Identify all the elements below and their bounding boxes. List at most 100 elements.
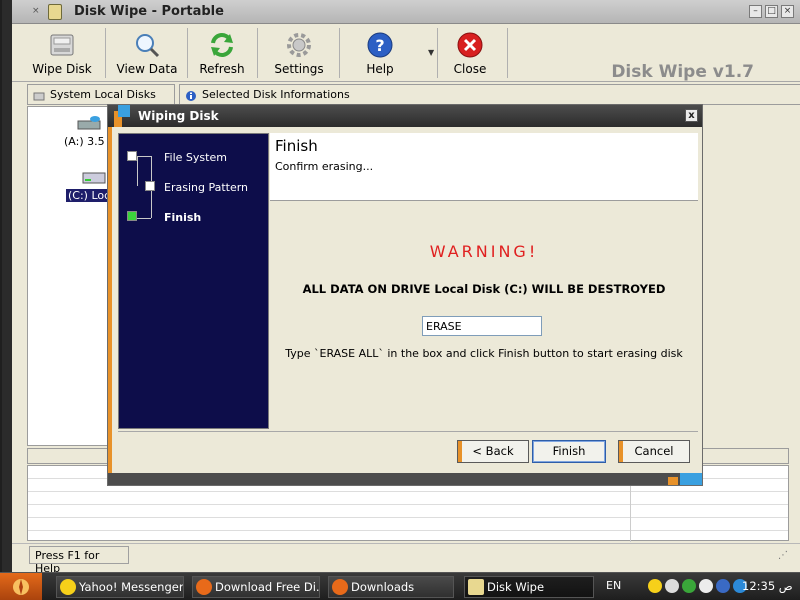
list-row bbox=[28, 518, 788, 531]
step-marker bbox=[127, 151, 137, 161]
toolbar-divider bbox=[437, 28, 438, 78]
refresh-icon bbox=[207, 30, 237, 60]
tab-system-local-disks[interactable]: System Local Disks bbox=[27, 84, 175, 105]
speaker-icon[interactable] bbox=[665, 579, 679, 593]
close-button[interactable]: Close bbox=[442, 26, 498, 80]
toolbar-divider bbox=[339, 28, 340, 78]
warning-text: WARNING! bbox=[429, 242, 539, 261]
background-edge bbox=[2, 0, 12, 572]
toolbar-divider bbox=[187, 28, 188, 78]
title-bar: × Disk Wipe - Portable – □ × bbox=[12, 0, 800, 24]
close-icon[interactable]: × bbox=[32, 6, 42, 16]
app-icon bbox=[48, 4, 62, 20]
tab-label: Selected Disk Informations bbox=[202, 88, 350, 101]
wipe-disk-label: Wipe Disk bbox=[32, 62, 92, 76]
firefox-icon bbox=[332, 579, 348, 595]
drive-icon bbox=[33, 89, 45, 101]
wizard-page-title: Finish bbox=[275, 137, 318, 155]
step-connector bbox=[137, 218, 151, 219]
close-label: Close bbox=[453, 62, 487, 76]
language-indicator[interactable]: EN bbox=[606, 579, 621, 592]
cancel-label: Cancel bbox=[634, 444, 674, 458]
step-erasing-pattern: Erasing Pattern bbox=[164, 181, 249, 194]
task-yahoo-messenger[interactable]: Yahoo! Messenger bbox=[56, 576, 184, 598]
facebook-icon[interactable] bbox=[716, 579, 730, 593]
help-button[interactable]: ? Help bbox=[352, 26, 408, 80]
step-marker bbox=[145, 181, 155, 191]
floppy-drive-icon bbox=[75, 111, 103, 133]
hard-drive-icon bbox=[80, 165, 108, 187]
help-dropdown-icon[interactable]: ▼ bbox=[428, 48, 434, 57]
toolbar: Wipe Disk View Data Refresh Settings ? H… bbox=[12, 24, 800, 82]
dialog-corner-logo bbox=[668, 473, 702, 485]
list-row bbox=[28, 492, 788, 505]
update-icon[interactable] bbox=[699, 579, 713, 593]
close-window-button[interactable]: × bbox=[781, 5, 794, 18]
settings-button[interactable]: Settings bbox=[264, 26, 334, 80]
cancel-button[interactable]: Cancel bbox=[618, 440, 690, 463]
dialog-logo-icon bbox=[114, 105, 134, 127]
close-circle-icon bbox=[455, 30, 485, 60]
step-marker-active bbox=[127, 211, 137, 221]
refresh-button[interactable]: Refresh bbox=[192, 26, 252, 80]
dialog-accent-bar bbox=[108, 127, 112, 485]
start-button[interactable] bbox=[0, 573, 42, 600]
step-connector bbox=[137, 156, 151, 157]
minimize-button[interactable]: – bbox=[749, 5, 762, 18]
dialog-footer-bar bbox=[108, 473, 702, 485]
settings-label: Settings bbox=[274, 62, 324, 76]
finish-label: Finish bbox=[552, 444, 586, 458]
refresh-label: Refresh bbox=[199, 62, 245, 76]
wipe-disk-button[interactable]: Wipe Disk bbox=[26, 26, 98, 80]
dialog-close-button[interactable]: x bbox=[685, 109, 698, 122]
task-label: Downloads bbox=[351, 580, 415, 594]
status-text: Press F1 for Help bbox=[29, 546, 129, 575]
wizard-page-subtitle: Confirm erasing... bbox=[275, 160, 374, 173]
toolbar-divider bbox=[257, 28, 258, 78]
disk-wipe-icon bbox=[468, 579, 484, 595]
brand-label: Disk Wipe v1.7 bbox=[611, 62, 754, 82]
gear-icon bbox=[284, 30, 314, 60]
window-controls: – □ × bbox=[749, 5, 794, 18]
yahoo-messenger-icon bbox=[60, 579, 76, 595]
pane-tabs: System Local Disks Selected Disk Informa… bbox=[12, 84, 800, 106]
button-accent bbox=[619, 441, 623, 462]
task-label: Disk Wipe bbox=[487, 580, 545, 594]
dialog-title-bar: Wiping Disk x bbox=[108, 105, 702, 127]
yahoo-tray-icon[interactable] bbox=[648, 579, 662, 593]
tab-label: System Local Disks bbox=[50, 88, 156, 101]
maximize-button[interactable]: □ bbox=[765, 5, 778, 18]
resize-grip-icon[interactable]: ⋰ bbox=[778, 550, 788, 561]
step-file-system: File System bbox=[164, 151, 227, 164]
toolbar-divider bbox=[507, 28, 508, 78]
magnifier-icon bbox=[132, 30, 162, 60]
task-label: Yahoo! Messenger bbox=[79, 580, 184, 594]
wiping-disk-dialog: Wiping Disk x File System Erasing Patter… bbox=[107, 104, 703, 486]
list-row bbox=[28, 505, 788, 518]
help-icon: ? bbox=[365, 30, 395, 60]
finish-button[interactable]: Finish bbox=[532, 440, 606, 463]
view-data-button[interactable]: View Data bbox=[112, 26, 182, 80]
window-title: Disk Wipe - Portable bbox=[74, 4, 224, 19]
task-disk-wipe[interactable]: Disk Wipe bbox=[464, 576, 594, 598]
clock: 12:35 ص bbox=[742, 579, 793, 593]
tab-selected-disk-informations[interactable]: Selected Disk Informations bbox=[179, 84, 800, 105]
task-download-free[interactable]: Download Free Di... bbox=[192, 576, 320, 598]
step-connector bbox=[137, 156, 138, 186]
disk-icon bbox=[47, 30, 77, 60]
network-icon[interactable] bbox=[682, 579, 696, 593]
tray-icons bbox=[648, 579, 747, 593]
destroy-message: ALL DATA ON DRIVE Local Disk (C:) WILL B… bbox=[302, 282, 666, 296]
task-downloads[interactable]: Downloads bbox=[328, 576, 454, 598]
help-label: Help bbox=[366, 62, 394, 76]
dialog-title: Wiping Disk bbox=[138, 109, 219, 123]
dialog-divider bbox=[118, 431, 698, 432]
taskbar: Yahoo! Messenger Download Free Di... Dow… bbox=[0, 572, 800, 600]
step-finish: Finish bbox=[164, 211, 202, 224]
instructions-text: Type `ERASE ALL` in the box and click Fi… bbox=[285, 347, 683, 360]
back-button[interactable]: < Back bbox=[457, 440, 529, 463]
wizard-steps-panel: File System Erasing Pattern Finish bbox=[118, 133, 269, 429]
firefox-icon bbox=[196, 579, 212, 595]
system-tray: EN 12:35 ص bbox=[600, 573, 800, 600]
erase-confirm-input[interactable] bbox=[422, 316, 542, 336]
